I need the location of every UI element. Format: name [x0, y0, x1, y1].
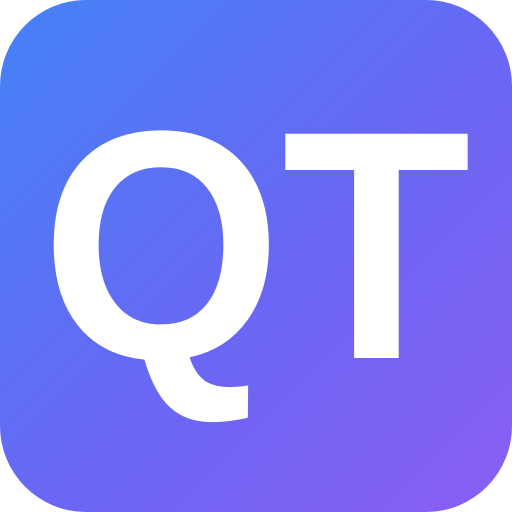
- qt-app-icon: QT: [0, 0, 512, 512]
- qt-logo-icon: QT: [41, 64, 471, 428]
- monogram-text: QT: [41, 64, 471, 428]
